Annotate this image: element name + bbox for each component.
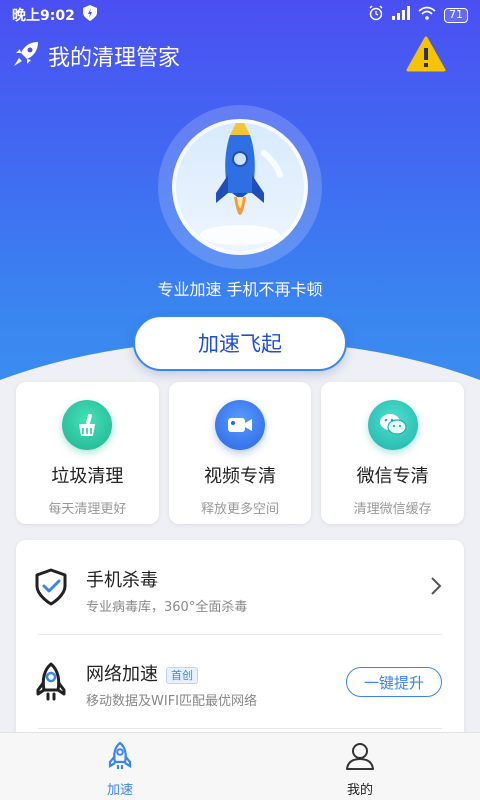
card-subtitle: 每天清理更好: [48, 502, 127, 517]
rocket-tab-icon: [106, 741, 134, 775]
notification-shield-icon: [82, 5, 97, 25]
rocket-illustration: [158, 105, 322, 269]
signal-icon: [392, 6, 410, 24]
tab-mine[interactable]: 我的: [240, 733, 480, 800]
rocket-logo-icon: [12, 40, 40, 72]
card-video-clean[interactable]: 视频专清 释放更多空间: [168, 382, 312, 524]
feature-cards: 垃圾清理 每天清理更好 视频专清 释放更多空间 微信专清 清理微信缓存: [16, 382, 465, 524]
shield-check-icon: [34, 568, 68, 610]
alarm-icon: [368, 5, 384, 25]
boost-button[interactable]: 加速飞起: [133, 315, 347, 371]
status-bar: 晚上9:02 71: [0, 0, 480, 30]
divider: [38, 728, 442, 729]
video-camera-icon: [215, 400, 265, 450]
list-item-title: 网络加速 首创: [86, 660, 198, 686]
bottom-tab-bar: 加速 我的: [0, 732, 480, 800]
rocket-outline-icon: [34, 662, 68, 706]
broom-icon: [62, 400, 113, 450]
list-item-title-text: 网络加速: [86, 664, 158, 685]
status-time: 晚上9:02: [12, 8, 75, 24]
rocket-icon: [200, 115, 283, 245]
wifi-icon: [418, 6, 436, 24]
card-subtitle: 释放更多空间: [201, 502, 280, 517]
warning-icon[interactable]: [406, 36, 446, 76]
tab-label: 加速: [106, 783, 133, 798]
card-title: 垃圾清理: [51, 466, 124, 487]
one-click-boost-button[interactable]: 一键提升: [346, 667, 442, 697]
hero-slogan: 专业加速 手机不再卡顿: [157, 280, 323, 299]
title-bar: 我的清理管家: [0, 34, 480, 78]
list-item-subtitle: 移动数据及WIFI匹配最优网络: [86, 694, 257, 709]
tab-label: 我的: [346, 783, 373, 798]
card-title: 视频专清: [204, 466, 276, 487]
first-badge: 首创: [166, 666, 198, 684]
tab-boost[interactable]: 加速: [0, 733, 240, 800]
card-junk-clean[interactable]: 垃圾清理 每天清理更好: [16, 382, 159, 524]
wechat-icon: [367, 400, 418, 450]
list-item-antivirus[interactable]: 手机杀毒 专业病毒库，360°全面杀毒: [16, 540, 464, 634]
user-tab-icon: [344, 741, 376, 775]
card-title: 微信专清: [356, 466, 429, 487]
chevron-right-icon: [430, 576, 442, 600]
list-item-title: 手机杀毒: [86, 570, 158, 591]
page-title: 我的清理管家: [48, 46, 181, 71]
card-wechat-clean[interactable]: 微信专清 清理微信缓存: [321, 382, 465, 524]
list-item-subtitle: 专业病毒库，360°全面杀毒: [86, 600, 248, 615]
card-subtitle: 清理微信缓存: [353, 502, 432, 517]
tools-list: 手机杀毒 专业病毒库，360°全面杀毒 网络加速 首创 移动数据及WIFI匹配最优…: [16, 540, 464, 740]
battery-indicator: 71: [444, 7, 468, 23]
